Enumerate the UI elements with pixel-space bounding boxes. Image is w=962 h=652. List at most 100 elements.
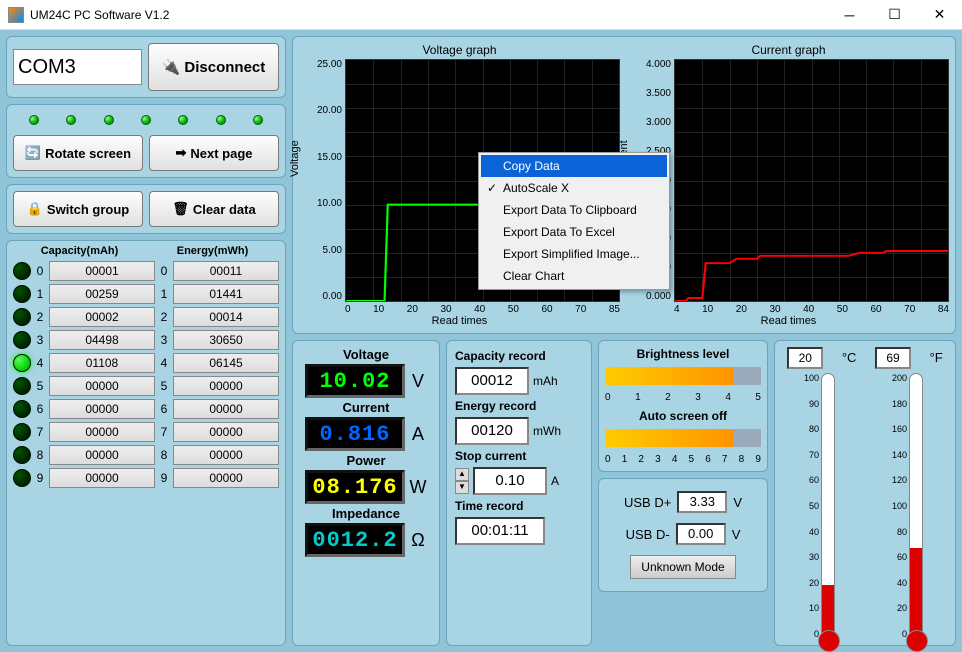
group-led[interactable] — [13, 469, 31, 487]
impedance-value: 0012.2 — [305, 523, 405, 557]
disconnect-button[interactable]: 🔌 Disconnect — [148, 43, 279, 91]
status-led — [66, 115, 76, 125]
capacity-record-label: Capacity record — [455, 349, 583, 363]
power-value: 08.176 — [305, 470, 405, 504]
group-row: 0 00001 0 00011 — [13, 261, 279, 281]
capacity-value[interactable]: 00000 — [49, 468, 155, 488]
close-button[interactable]: ✕ — [917, 0, 962, 29]
status-led — [178, 115, 188, 125]
arrow-right-icon: ➡ — [175, 145, 186, 161]
energy-value[interactable]: 00000 — [173, 376, 279, 396]
group-row: 1 00259 1 01441 — [13, 284, 279, 304]
measurements-panel: Voltage 10.02V Current 0.816A Power 08.1… — [292, 340, 440, 646]
titlebar: UM24C PC Software V1.2 ─ ☐ ✕ — [0, 0, 962, 30]
energy-value[interactable]: 00000 — [173, 445, 279, 465]
com-port-select[interactable] — [13, 49, 142, 85]
voltage-xlabel: Read times — [299, 315, 620, 327]
stop-current-value[interactable]: 0.10 — [473, 467, 547, 495]
energy-value[interactable]: 06145 — [173, 353, 279, 373]
auto-off-slider[interactable] — [605, 429, 761, 447]
group-led[interactable] — [13, 262, 31, 280]
spin-down-icon[interactable]: ▼ — [455, 481, 469, 494]
capacity-value[interactable]: 00000 — [49, 376, 155, 396]
energy-value[interactable]: 00000 — [173, 422, 279, 442]
window-title: UM24C PC Software V1.2 — [30, 8, 169, 22]
group-row: 5 00000 5 00000 — [13, 376, 279, 396]
group-led[interactable] — [13, 285, 31, 303]
chart-context-menu[interactable]: Copy Data✓AutoScale XExport Data To Clip… — [478, 152, 670, 290]
spin-up-icon[interactable]: ▲ — [455, 468, 469, 481]
usb-dm-label: USB D- — [626, 527, 670, 542]
capacity-header: Capacity(mAh) — [13, 245, 146, 257]
voltage-ylabel: Voltage — [289, 140, 301, 177]
led-strip — [13, 111, 279, 129]
energy-value[interactable]: 00014 — [173, 307, 279, 327]
group-led[interactable] — [13, 446, 31, 464]
capacity-value[interactable]: 00001 — [49, 261, 155, 281]
minimize-button[interactable]: ─ — [827, 0, 872, 29]
group-row: 7 00000 7 00000 — [13, 422, 279, 442]
next-page-button[interactable]: ➡ Next page — [149, 135, 279, 171]
brightness-label: Brightness level — [605, 347, 761, 361]
group-row: 8 00000 8 00000 — [13, 445, 279, 465]
capacity-value[interactable]: 01108 — [49, 353, 155, 373]
group-led[interactable] — [13, 377, 31, 395]
clear-data-button[interactable]: 🗑 Clear data — [149, 191, 279, 227]
group-led[interactable] — [13, 354, 31, 372]
energy-value[interactable]: 30650 — [173, 330, 279, 350]
energy-value[interactable]: 01441 — [173, 284, 279, 304]
rotate-icon: 🔄 — [25, 145, 41, 161]
temperature-panel: 20°C 69°F 1009080706050403020100 2001801… — [774, 340, 956, 646]
brightness-slider[interactable] — [605, 367, 761, 385]
record-panel: Capacity record 00012mAh Energy record 0… — [446, 340, 592, 646]
current-label: Current — [299, 400, 433, 415]
energy-value[interactable]: 00011 — [173, 261, 279, 281]
capacity-value[interactable]: 04498 — [49, 330, 155, 350]
app-icon — [8, 7, 24, 23]
time-record-value: 00:01:11 — [455, 517, 545, 545]
auto-off-label: Auto screen off — [605, 409, 761, 423]
temp-c-value: 20 — [787, 347, 823, 369]
maximize-button[interactable]: ☐ — [872, 0, 917, 29]
usb-mode-button[interactable]: Unknown Mode — [630, 555, 735, 579]
group-led[interactable] — [13, 331, 31, 349]
context-menu-item[interactable]: Export Simplified Image... — [481, 243, 667, 265]
current-value: 0.816 — [305, 417, 405, 451]
group-row: 3 04498 3 30650 — [13, 330, 279, 350]
status-led — [216, 115, 226, 125]
stop-current-spinner[interactable]: ▲▼ — [455, 468, 469, 494]
status-led — [141, 115, 151, 125]
energy-record-value: 00120 — [455, 417, 529, 445]
capacity-value[interactable]: 00000 — [49, 399, 155, 419]
voltage-value: 10.02 — [305, 364, 405, 398]
thermo-fahrenheit: 200180160140120100806040200 — [879, 373, 939, 639]
current-graph-title: Current graph — [628, 43, 949, 59]
lock-icon: 🔒 — [27, 201, 43, 217]
usb-dm-value: 0.00 — [676, 523, 726, 545]
context-menu-item[interactable]: Copy Data — [481, 155, 667, 177]
group-led[interactable] — [13, 308, 31, 326]
capacity-value[interactable]: 00000 — [49, 445, 155, 465]
stop-current-label: Stop current — [455, 449, 583, 463]
thermo-celsius: 1009080706050403020100 — [791, 373, 851, 639]
group-led[interactable] — [13, 423, 31, 441]
temp-f-value: 69 — [875, 347, 911, 369]
context-menu-item[interactable]: ✓AutoScale X — [481, 177, 667, 199]
rotate-screen-button[interactable]: 🔄 Rotate screen — [13, 135, 143, 171]
group-led[interactable] — [13, 400, 31, 418]
energy-value[interactable]: 00000 — [173, 468, 279, 488]
plug-icon: 🔌 — [162, 58, 181, 76]
capacity-value[interactable]: 00259 — [49, 284, 155, 304]
current-graph[interactable]: Current graph Current 4.0003.5003.0002.5… — [628, 43, 949, 327]
context-menu-item[interactable]: Export Data To Excel — [481, 221, 667, 243]
capacity-record-value: 00012 — [455, 367, 529, 395]
context-menu-item[interactable]: Clear Chart — [481, 265, 667, 287]
time-record-label: Time record — [455, 499, 583, 513]
energy-value[interactable]: 00000 — [173, 399, 279, 419]
capacity-value[interactable]: 00000 — [49, 422, 155, 442]
capacity-value[interactable]: 00002 — [49, 307, 155, 327]
status-led — [104, 115, 114, 125]
context-menu-item[interactable]: Export Data To Clipboard — [481, 199, 667, 221]
switch-group-button[interactable]: 🔒 Switch group — [13, 191, 143, 227]
voltage-label: Voltage — [299, 347, 433, 362]
